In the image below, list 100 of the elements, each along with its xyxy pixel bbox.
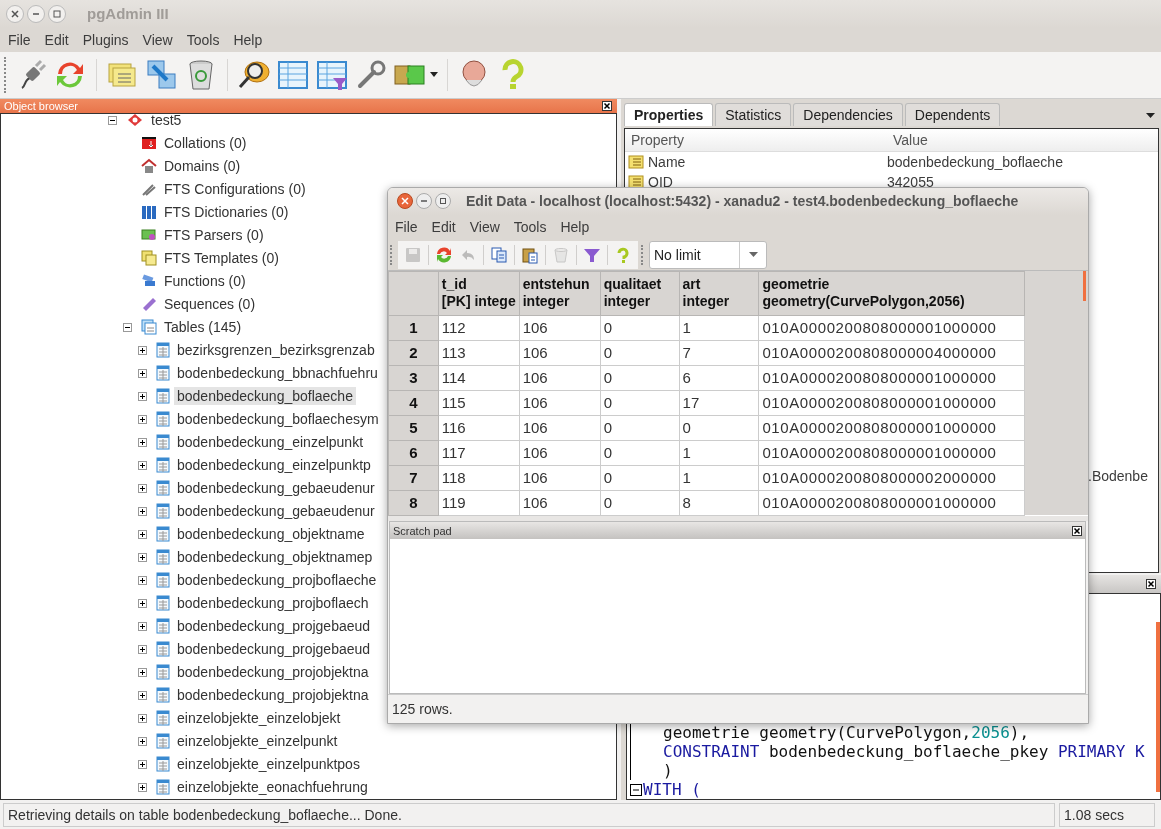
table-cell[interactable]: 112 (438, 315, 520, 341)
tree-item[interactable]: Collations (0) (161, 134, 250, 153)
column-header[interactable]: entstehun integer (519, 271, 601, 316)
tab[interactable]: Dependents (904, 102, 1001, 126)
table-cell[interactable]: 6 (679, 365, 759, 391)
tree-item[interactable]: bodenbedeckung_projobjektna (174, 686, 372, 705)
tree-item[interactable]: FTS Dictionaries (0) (161, 203, 292, 222)
tab[interactable]: Properties (624, 102, 714, 126)
menu-item[interactable]: Help (226, 31, 270, 48)
tree-item[interactable]: bezirksgrenzen_bezirksgrenzab (174, 341, 378, 360)
table-cell[interactable]: 106 (519, 365, 601, 391)
table-cell[interactable]: 010A0000200808000001000000 (758, 390, 1025, 416)
row-header[interactable]: 3 (388, 365, 439, 391)
tree-item[interactable]: bodenbedeckung_projobjektna (174, 663, 372, 682)
menu-item[interactable]: File (1, 31, 38, 48)
table-cell[interactable]: 010A0000200808000002000000 (758, 465, 1025, 491)
column-header[interactable]: Value (887, 131, 1149, 148)
menu-item[interactable]: Help (553, 219, 597, 236)
table-cell[interactable]: 010A0000200808000001000000 (758, 315, 1025, 341)
tree-item[interactable]: einzelobjekte_eonachfuehrung (174, 778, 371, 797)
expand-icon[interactable] (138, 667, 147, 677)
collapse-icon[interactable] (123, 322, 132, 332)
row-header[interactable]: 8 (388, 490, 439, 516)
refresh-icon[interactable] (435, 245, 453, 264)
table-cell[interactable]: 010A0000200808000001000000 (758, 440, 1025, 466)
table-cell[interactable]: 0 (600, 340, 680, 366)
close-button[interactable] (397, 193, 413, 210)
table-cell[interactable]: 010A0000200808000004000000 (758, 340, 1025, 366)
table-cell[interactable]: 0 (600, 440, 680, 466)
table-cell[interactable]: 17 (679, 390, 759, 416)
table-cell[interactable]: 0 (600, 465, 680, 491)
table-cell[interactable]: 0 (600, 390, 680, 416)
row-header[interactable]: 2 (388, 340, 439, 366)
close-icon[interactable] (1146, 578, 1156, 589)
tab[interactable]: Dependencies (793, 102, 903, 126)
paste-icon[interactable] (521, 245, 539, 264)
table-cell[interactable]: 106 (519, 465, 601, 491)
minimize-button[interactable] (416, 193, 432, 210)
tree-item[interactable]: FTS Parsers (0) (161, 226, 267, 245)
maximize-button[interactable] (435, 193, 451, 210)
tree-item[interactable]: bodenbedeckung_einzelpunkt (174, 433, 367, 452)
menu-item[interactable]: Edit (424, 219, 463, 236)
table-cell[interactable]: 106 (519, 490, 601, 516)
tree-item[interactable]: FTS Configurations (0) (161, 180, 309, 199)
expand-icon[interactable] (138, 391, 147, 401)
tree-item[interactable]: bodenbedeckung_projboflaech (174, 594, 372, 613)
tree-item[interactable]: bodenbedeckung_boflaeche (174, 387, 356, 406)
table-cell[interactable]: 7 (679, 340, 759, 366)
tree-item[interactable]: bodenbedeckung_projboflaeche (174, 571, 380, 590)
expand-icon[interactable] (138, 621, 147, 631)
tree-item[interactable]: bodenbedeckung_objektname (174, 525, 368, 544)
expand-icon[interactable] (138, 644, 147, 654)
limit-dropdown[interactable]: No limit (649, 240, 767, 269)
tree-item[interactable]: bodenbedeckung_einzelpunktp (174, 456, 374, 475)
table-cell[interactable]: 0 (600, 415, 680, 441)
tree-item[interactable]: bodenbedeckung_bbnachfuehru (174, 364, 381, 383)
table-cell[interactable]: 1 (679, 440, 759, 466)
expand-icon[interactable] (138, 483, 147, 493)
table-cell[interactable]: 106 (519, 415, 601, 441)
tree-item[interactable]: Sequences (0) (161, 295, 259, 314)
expand-icon[interactable] (138, 713, 147, 723)
table-cell[interactable]: 119 (438, 490, 520, 516)
tree-item[interactable]: Tables (145) (161, 318, 245, 337)
tree-item[interactable]: Domains (0) (161, 157, 244, 176)
tree-item[interactable]: bodenbedeckung_boflaechesym (174, 410, 382, 429)
table-cell[interactable]: 0 (600, 365, 680, 391)
column-header[interactable]: qualitaet integer (600, 271, 680, 316)
fold-icon[interactable] (630, 783, 642, 796)
menu-item[interactable]: File (388, 219, 425, 236)
table-cell[interactable]: 117 (438, 440, 520, 466)
table-cell[interactable]: 1 (679, 465, 759, 491)
copy-icon[interactable] (490, 245, 508, 264)
table-cell[interactable]: 1 (679, 315, 759, 341)
caret-icon[interactable] (1146, 112, 1155, 118)
tree-item[interactable]: einzelobjekte_einzelobjekt (174, 709, 344, 728)
table-cell[interactable]: 115 (438, 390, 520, 416)
tree-item[interactable]: bodenbedeckung_projgebaeud (174, 640, 374, 659)
menu-item[interactable]: Tools (506, 219, 554, 236)
expand-icon[interactable] (138, 575, 147, 585)
row-header[interactable]: 7 (388, 465, 439, 491)
collapse-icon[interactable] (108, 115, 117, 125)
row-header[interactable]: 4 (388, 390, 439, 416)
close-button[interactable] (6, 5, 24, 23)
column-header[interactable]: Property (625, 131, 887, 148)
windows-arrow-icon[interactable] (145, 57, 179, 92)
tree-item[interactable]: einzelobjekte_einzelpunkt (174, 732, 341, 751)
expand-icon[interactable] (138, 437, 147, 447)
tree-item[interactable]: Functions (0) (161, 272, 249, 291)
expand-icon[interactable] (138, 368, 147, 378)
menu-item[interactable]: View (135, 31, 180, 48)
column-header[interactable]: geometrie geometry(CurvePolygon,2056) (758, 271, 1025, 316)
menu-item[interactable]: View (462, 219, 507, 236)
table-cell[interactable]: 0 (600, 315, 680, 341)
table-cell[interactable]: 8 (679, 490, 759, 516)
column-header[interactable]: t_id [PK] intege (438, 271, 520, 316)
column-header[interactable]: art integer (679, 271, 759, 316)
tree-item[interactable]: bodenbedeckung_projgebaeud (174, 617, 374, 636)
expand-icon[interactable] (138, 598, 147, 608)
table-cell[interactable]: 106 (519, 340, 601, 366)
scratch-pad-field[interactable] (390, 539, 1085, 694)
